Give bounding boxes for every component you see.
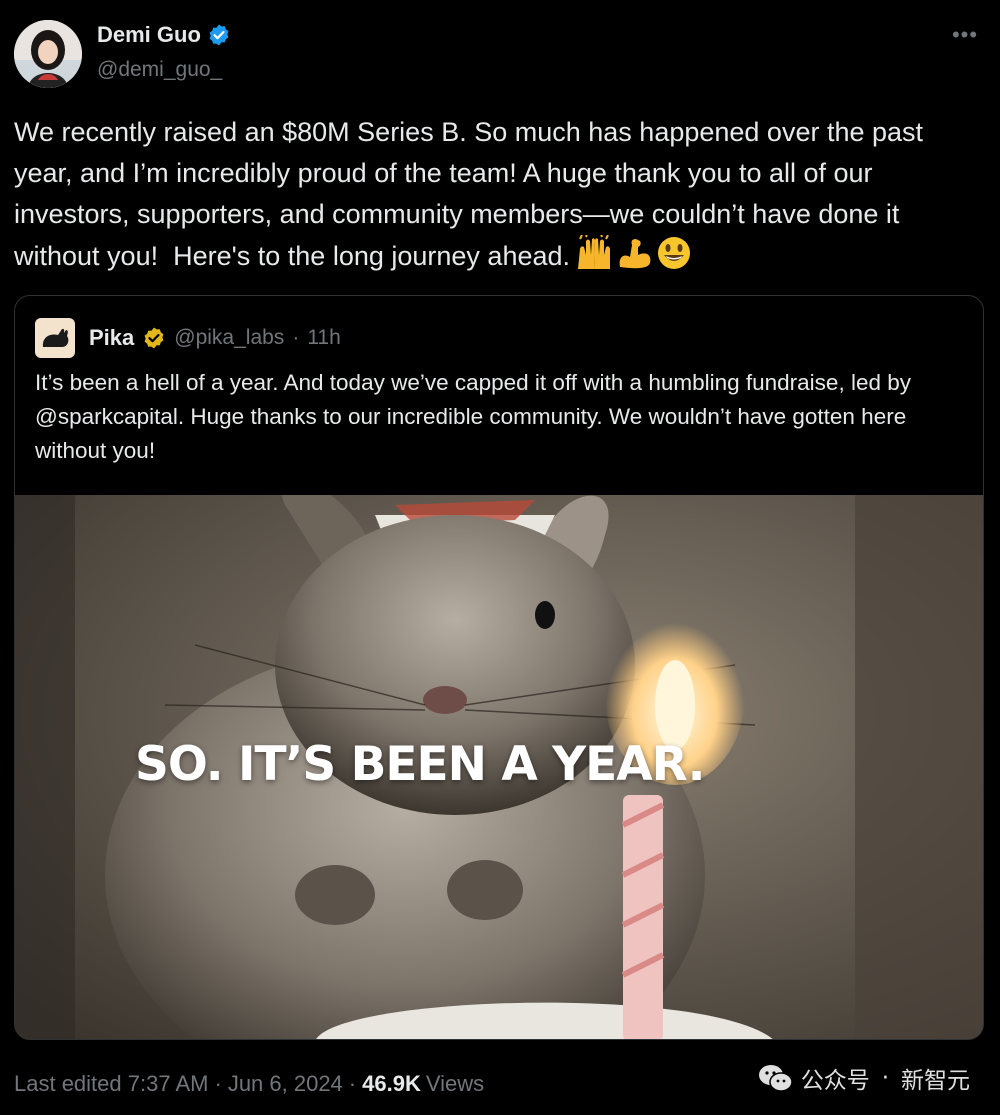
tweet-text: We recently raised an $80M Series B. So …: [14, 112, 989, 277]
raising-hands-icon: [578, 235, 611, 269]
quoted-tweet-card[interactable]: Pika @pika_labs · 11h It’s been a hell o…: [14, 295, 984, 1040]
watermark-left: 公众号: [800, 1068, 870, 1094]
more-icon: •••: [951, 22, 979, 47]
author-avatar[interactable]: [14, 20, 82, 88]
wechat-icon: [758, 1065, 793, 1092]
quoted-tweet-time[interactable]: 11h: [307, 326, 340, 350]
tweet-emojis: [574, 235, 692, 271]
watermark-right: 新智元: [901, 1068, 970, 1094]
gold-verified-badge-icon: [144, 327, 164, 349]
tweet-body: We recently raised an $80M Series B. So …: [14, 117, 931, 271]
smiling-face-icon: [658, 237, 691, 269]
edited-label[interactable]: Last edited: [14, 1071, 122, 1097]
quoted-media-video[interactable]: SO. IT’S BEEN A YEAR.: [15, 495, 983, 1039]
tweet-meta: Last edited 7:37 AM · Jun 6, 2024 · 46.9…: [14, 1066, 484, 1102]
flexed-biceps-icon: [619, 239, 651, 269]
pika-logo-icon: [42, 328, 69, 347]
author-handle[interactable]: @demi_guo_: [97, 58, 222, 82]
quoted-tweet-text: It’s been a hell of a year. And today we…: [35, 370, 911, 463]
author-avatar-image: [14, 20, 82, 88]
media-overlay-text: SO. IT’S BEEN A YEAR.: [135, 737, 706, 792]
quoted-author-name[interactable]: Pika: [89, 325, 134, 351]
meta-separator-2: ·: [348, 1071, 357, 1096]
verified-badge-icon: [209, 24, 229, 46]
tweet-date[interactable]: Jun 6, 2024: [228, 1071, 343, 1097]
quoted-tweet-header: Pika @pika_labs · 11h: [35, 318, 341, 358]
more-options-button[interactable]: •••: [950, 22, 980, 48]
quoted-time-separator: ·: [292, 326, 300, 349]
author-name-row[interactable]: Demi Guo: [97, 22, 231, 48]
author-name[interactable]: Demi Guo: [97, 22, 201, 48]
quoted-author-avatar[interactable]: [35, 318, 75, 358]
watermark-separator: ·: [881, 1065, 889, 1091]
views-count: 46.9K: [362, 1071, 421, 1096]
tweet-time[interactable]: 7:37 AM: [128, 1071, 209, 1097]
tweet-container: Demi Guo @demi_guo_ ••• We recently rais…: [0, 0, 1000, 1115]
views-label: Views: [425, 1071, 485, 1096]
quoted-author-handle[interactable]: @pika_labs: [174, 326, 284, 350]
watermark: 公众号 · 新智元: [757, 1060, 970, 1096]
meta-separator: ·: [214, 1071, 222, 1096]
